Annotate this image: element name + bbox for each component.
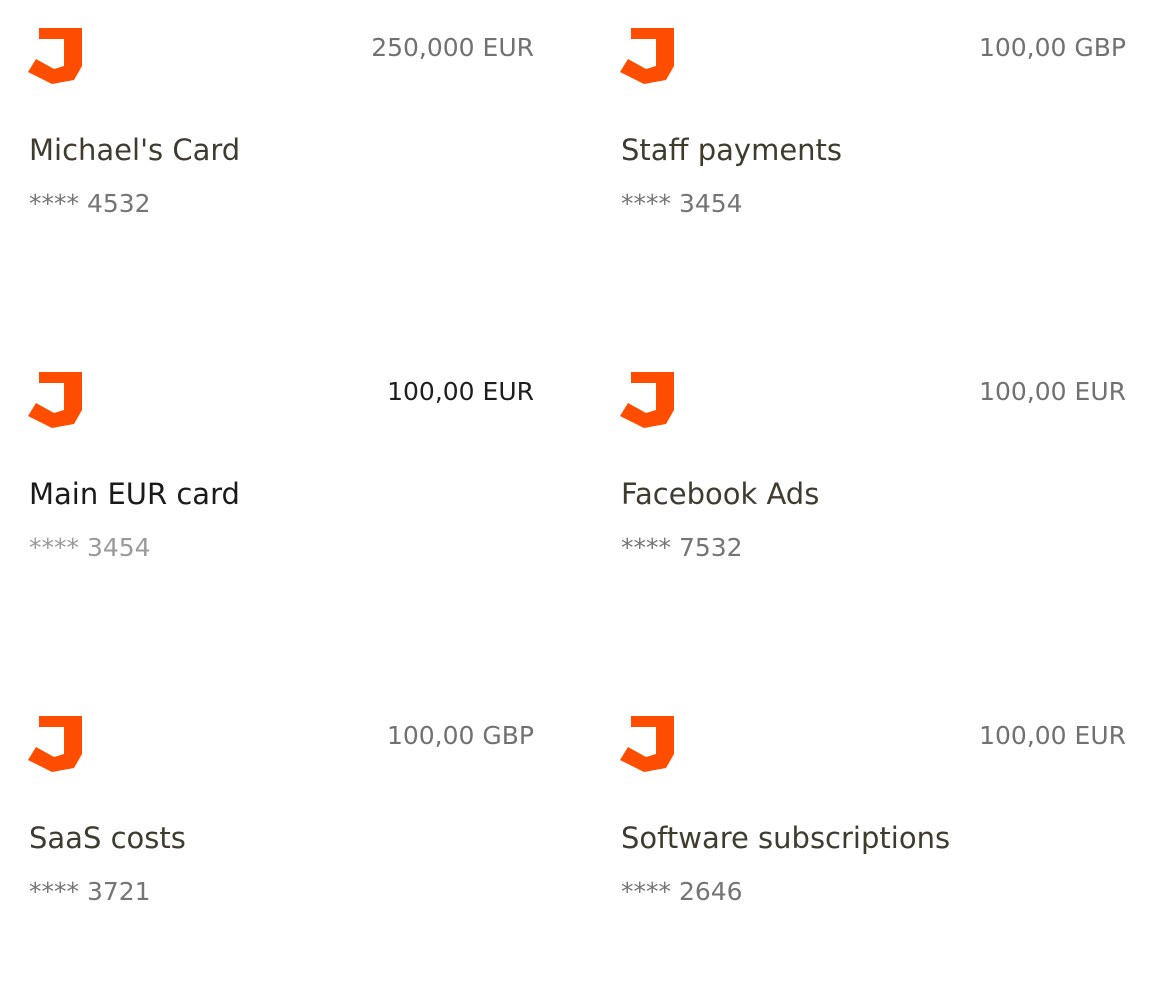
card-amount: 100,00 EUR bbox=[979, 377, 1126, 406]
j-shield-logo-icon bbox=[620, 28, 674, 84]
card-number: **** 2646 bbox=[621, 877, 743, 906]
card-software-subscriptions[interactable]: 100,00 EUR Software subscriptions **** 2… bbox=[620, 716, 1126, 966]
j-shield-logo-icon bbox=[28, 372, 82, 428]
card-facebook-ads[interactable]: 100,00 EUR Facebook Ads **** 7532 bbox=[620, 372, 1126, 622]
card-main-eur-card[interactable]: 100,00 EUR Main EUR card **** 3454 bbox=[28, 372, 534, 622]
card-amount: 100,00 GBP bbox=[386, 721, 534, 750]
card-name: Main EUR card bbox=[29, 477, 240, 511]
card-amount: 250,000 EUR bbox=[371, 33, 534, 62]
card-number: **** 3454 bbox=[29, 533, 151, 562]
card-name: Staff payments bbox=[621, 133, 843, 167]
card-name: Facebook Ads bbox=[621, 477, 820, 511]
j-shield-logo-icon bbox=[28, 28, 82, 84]
j-shield-logo-icon bbox=[620, 716, 674, 772]
card-number: **** 3721 bbox=[29, 877, 151, 906]
card-name: SaaS costs bbox=[29, 821, 186, 855]
card-michaels-card[interactable]: 250,000 EUR Michael's Card **** 4532 bbox=[28, 28, 534, 278]
card-number: **** 3454 bbox=[621, 189, 743, 218]
cards-grid: 250,000 EUR Michael's Card **** 4532 100… bbox=[0, 0, 1152, 1000]
card-name: Michael's Card bbox=[29, 133, 241, 167]
j-shield-logo-icon bbox=[620, 372, 674, 428]
card-number: **** 7532 bbox=[621, 533, 743, 562]
card-amount: 100,00 EUR bbox=[387, 377, 534, 406]
card-staff-payments[interactable]: 100,00 GBP Staff payments **** 3454 bbox=[620, 28, 1126, 278]
j-shield-logo-icon bbox=[28, 716, 82, 772]
card-name: Software subscriptions bbox=[621, 821, 951, 855]
card-saas-costs[interactable]: 100,00 GBP SaaS costs **** 3721 bbox=[28, 716, 534, 966]
card-amount: 100,00 GBP bbox=[978, 33, 1126, 62]
card-amount: 100,00 EUR bbox=[979, 721, 1126, 750]
card-number: **** 4532 bbox=[29, 189, 151, 218]
